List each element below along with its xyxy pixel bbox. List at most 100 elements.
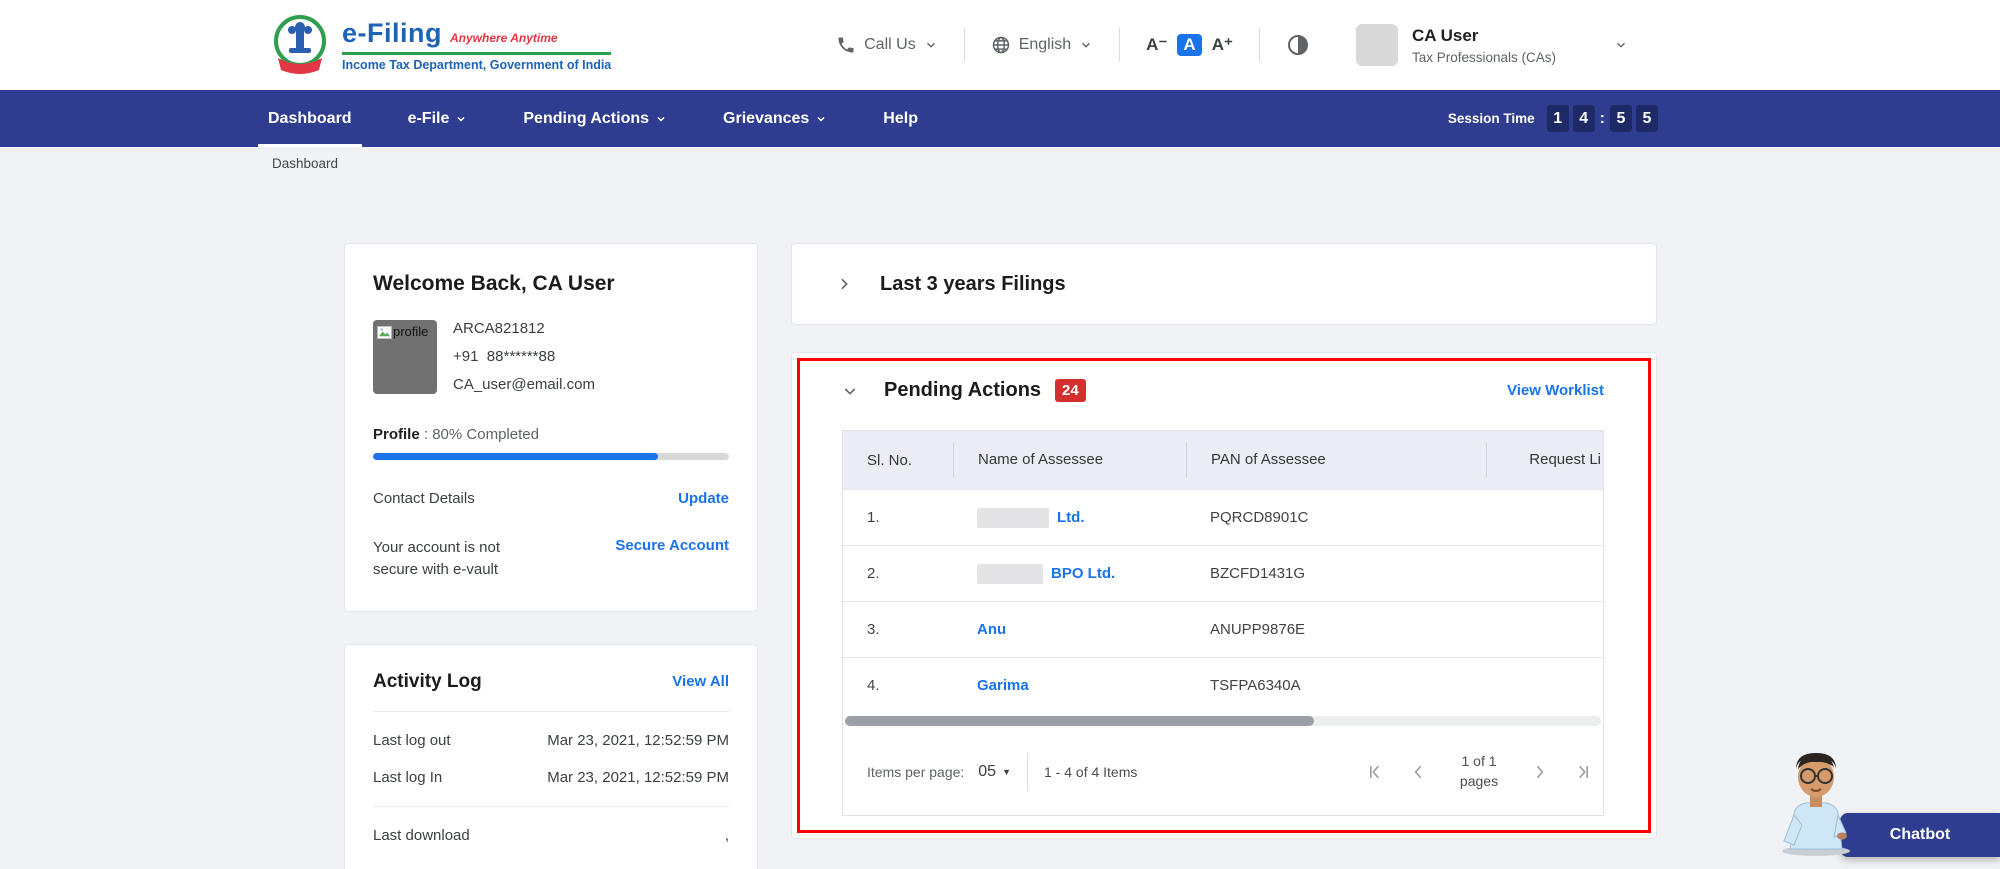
divider: [373, 710, 729, 712]
assessee-name-link[interactable]: Anu: [977, 621, 1006, 638]
table-row: 3. Anu ANUPP9876E: [843, 601, 1603, 657]
profile-summary: profile ARCA821812 +91 88******88 CA_use…: [373, 320, 729, 404]
welcome-card: Welcome Back, CA User profile ARCA821812…: [344, 243, 758, 612]
assessee-name-link[interactable]: Ltd.: [1057, 508, 1085, 525]
left-column: Welcome Back, CA User profile ARCA821812…: [344, 243, 758, 869]
page-indicator-line1: 1 of 1: [1461, 753, 1497, 770]
chevron-down-icon: [657, 116, 665, 122]
first-page-button[interactable]: [1365, 762, 1385, 782]
activity-label: Last download: [373, 826, 470, 844]
previous-page-button[interactable]: [1409, 762, 1429, 782]
last-3-years-filings-panel[interactable]: Last 3 years Filings: [791, 243, 1657, 325]
chevron-down-icon[interactable]: [842, 383, 858, 399]
user-meta: CA User Tax Professionals (CAs): [1412, 26, 1556, 65]
nav-help[interactable]: Help: [883, 90, 918, 147]
user-name: CA User: [1411, 25, 1479, 45]
col-header-pan: PAN of Assessee: [1186, 443, 1486, 477]
nav-help-label: Help: [883, 109, 918, 127]
logo-tagline: Anywhere Anytime: [450, 31, 558, 45]
top-header: e-Filing Anywhere Anytime Income Tax Dep…: [0, 0, 2000, 90]
update-link[interactable]: Update: [678, 490, 729, 507]
assessee-name-link[interactable]: BPO Ltd.: [1051, 564, 1115, 581]
col-header-request-list: Request Li: [1486, 443, 1603, 477]
logo-divider: [342, 52, 612, 55]
font-default-button[interactable]: A: [1177, 34, 1202, 56]
last-page-button[interactable]: [1573, 762, 1593, 782]
profile-photo-broken: profile: [373, 320, 437, 394]
assessee-name-link[interactable]: Garima: [977, 677, 1029, 694]
profile-info: ARCA821812 +91 88******88 CA_user@email.…: [453, 320, 595, 404]
items-per-page-label: Items per page:: [867, 764, 965, 780]
page-indicator: 1 of 1 pages: [1453, 752, 1505, 791]
globe-icon: [992, 36, 1009, 54]
activity-label: Last log In: [373, 768, 443, 786]
session-digit: 5: [1636, 105, 1658, 132]
activity-row: Last log In Mar 23, 2021, 12:52:59 PM: [373, 769, 729, 786]
pending-actions-title: Pending Actions: [884, 379, 1042, 401]
breadcrumb: Dashboard: [272, 156, 339, 171]
page-size-dropdown[interactable]: 05 ▼: [978, 763, 1011, 781]
nav-grievances[interactable]: Grievances: [723, 90, 827, 147]
font-increase-button[interactable]: A⁺: [1212, 35, 1233, 55]
chevron-right-icon: [841, 278, 848, 290]
cell-sl-no: 4.: [867, 677, 880, 694]
user-avatar: [1355, 24, 1398, 66]
col-header-name: Name of Assessee: [953, 443, 1186, 477]
activity-row: Last log out Mar 23, 2021, 12:52:59 PM: [373, 732, 729, 749]
cell-pan: BZCFD1431G: [1210, 565, 1306, 582]
table-pagination: Items per page: 05 ▼ 1 - 4 of 4 Items 1 …: [843, 729, 1603, 815]
header-divider: [1258, 28, 1260, 62]
activity-row: Last download ,: [373, 827, 729, 844]
header-controls: Call Us English A⁻ A A⁺ CA User Tax Prof…: [836, 24, 1628, 66]
next-page-button[interactable]: [1529, 762, 1549, 782]
font-decrease-button[interactable]: A⁻: [1146, 35, 1167, 55]
scrollbar-thumb[interactable]: [845, 716, 1314, 726]
divider: [1027, 753, 1028, 791]
nav-pending-actions-label: Pending Actions: [523, 109, 650, 127]
caret-down-icon: ▼: [1002, 767, 1011, 777]
session-digit: 1: [1546, 105, 1569, 132]
view-worklist-link[interactable]: View Worklist: [1507, 382, 1604, 399]
call-us-menu[interactable]: Call Us: [836, 35, 938, 55]
chatbot-button[interactable]: Chatbot: [1840, 813, 2000, 857]
horizontal-scrollbar[interactable]: [845, 716, 1601, 726]
phone-number: 88******88: [486, 348, 556, 365]
profile-progress-label: Profile : 80% Completed: [373, 426, 729, 443]
chevron-down-icon: [817, 116, 825, 122]
nav-efile[interactable]: e-File: [408, 90, 468, 147]
phone-icon: [838, 37, 854, 53]
cell-pan: ANUPP9876E: [1210, 621, 1306, 638]
contrast-toggle-icon[interactable]: [1286, 33, 1310, 57]
activity-log-header: Activity Log View All: [373, 671, 729, 693]
nav-items: Dashboard e-File Pending Actions Grievan…: [258, 90, 918, 147]
chatbot-avatar-icon: [1782, 753, 1850, 856]
secure-account-link[interactable]: Secure Account: [615, 537, 729, 581]
logo-subtitle: Income Tax Department, Government of Ind…: [342, 58, 612, 72]
view-all-link[interactable]: View All: [672, 673, 729, 690]
logo-text: e-Filing Anywhere Anytime Income Tax Dep…: [342, 18, 612, 72]
session-digit: 5: [1610, 105, 1632, 132]
logo-title: e-Filing: [342, 18, 442, 48]
profile-alt-text: profile: [393, 324, 429, 339]
language-menu[interactable]: English: [991, 35, 1093, 55]
cell-sl-no: 3.: [867, 621, 880, 638]
session-colon: :: [1599, 109, 1605, 127]
redacted-text: [977, 507, 1049, 528]
activity-label: Last log out: [373, 731, 451, 749]
user-menu[interactable]: CA User Tax Professionals (CAs): [1355, 24, 1628, 66]
efiling-logo[interactable]: e-Filing Anywhere Anytime Income Tax Dep…: [272, 14, 612, 76]
nav-pending-actions[interactable]: Pending Actions: [523, 90, 667, 147]
chevron-down-icon: [457, 116, 465, 122]
chatbot-widget[interactable]: Chatbot: [1772, 743, 2000, 857]
table-row: 4. Garima TSFPA6340A: [843, 657, 1603, 713]
pending-actions-header: Pending Actions 24 View Worklist: [842, 379, 1604, 402]
efiling-dashboard-screen: e-Filing Anywhere Anytime Income Tax Dep…: [0, 0, 2000, 869]
chevron-down-icon: [1617, 42, 1625, 48]
pending-count-badge: 24: [1055, 379, 1086, 402]
header-divider: [963, 28, 965, 62]
activity-log-card: Activity Log View All Last log out Mar 2…: [344, 643, 758, 869]
table-row: 1. Ltd. PQRCD8901C: [843, 489, 1603, 545]
cell-name: Anu: [953, 621, 1186, 638]
nav-dashboard[interactable]: Dashboard: [258, 90, 362, 147]
contact-details-label: Contact Details: [373, 490, 475, 507]
